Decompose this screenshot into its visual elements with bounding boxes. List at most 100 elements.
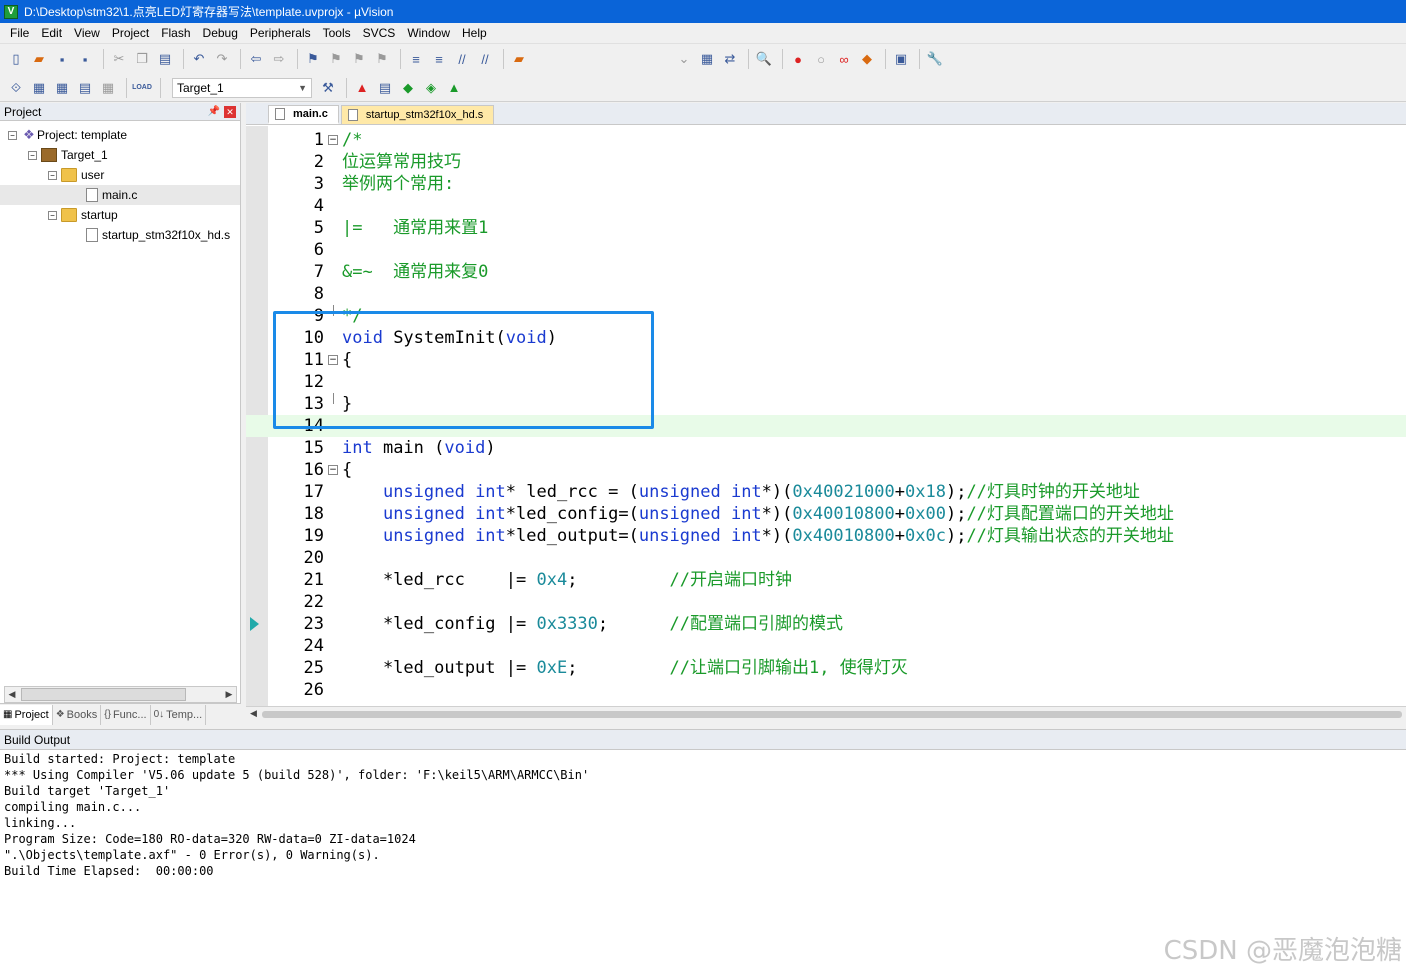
menu-tools[interactable]: Tools [317, 23, 357, 44]
undo-icon[interactable]: ↶ [189, 49, 209, 69]
menu-view[interactable]: View [68, 23, 106, 44]
tree-item-file-startup[interactable]: startup_stm32f10x_hd.s [0, 225, 240, 245]
nav-back-icon[interactable]: ⇦ [246, 49, 266, 69]
batch-build-icon[interactable]: ▤ [75, 78, 95, 98]
uncomment-icon[interactable]: // [475, 49, 495, 69]
code-line[interactable]: 13} [246, 393, 1406, 415]
scrollbar-thumb[interactable] [262, 711, 1402, 718]
breakpoint-kill-all-icon[interactable]: ∞ [834, 49, 854, 69]
code-line[interactable]: 22 [246, 591, 1406, 613]
tree-item-target[interactable]: − Target_1 [0, 145, 240, 165]
build-output-text[interactable]: Build started: Project: template *** Usin… [0, 750, 1406, 879]
code-line[interactable]: 5 |= 通常用来置1 [246, 217, 1406, 239]
code-line[interactable]: 26 [246, 679, 1406, 701]
run-time-environment-icon[interactable]: ▲ [444, 78, 464, 98]
tab-main-c[interactable]: main.c [268, 105, 339, 124]
window-layout-icon[interactable]: ▣ [891, 49, 911, 69]
code-line[interactable]: 12 [246, 371, 1406, 393]
code-line[interactable]: 17 unsigned int* led_rcc = (unsigned int… [246, 481, 1406, 503]
find-in-files-icon[interactable]: ▰ [509, 49, 529, 69]
code-line[interactable]: 3 举例两个常用: [246, 173, 1406, 195]
pin-icon[interactable]: 📌 [208, 106, 220, 117]
bookmark-prev-icon[interactable]: ⚑ [326, 49, 346, 69]
manage-runtime-icon[interactable]: ◆ [398, 78, 418, 98]
find-combo-dropdown-icon[interactable]: ⌄ [674, 49, 694, 69]
code-line[interactable]: 4 [246, 195, 1406, 217]
unindent-icon[interactable]: ≡ [429, 49, 449, 69]
menu-help[interactable]: Help [456, 23, 493, 44]
code-line[interactable]: 7 &=~ 通常用来复0 [246, 261, 1406, 283]
code-line[interactable]: 19 unsigned int*led_output=(unsigned int… [246, 525, 1406, 547]
stop-build-icon[interactable]: ▦ [98, 78, 118, 98]
code-line[interactable]: 11−{ [246, 349, 1406, 371]
menu-file[interactable]: File [4, 23, 35, 44]
menu-debug[interactable]: Debug [197, 23, 244, 44]
rebuild-icon[interactable]: ▦ [52, 78, 72, 98]
menu-window[interactable]: Window [401, 23, 456, 44]
scrollbar-thumb[interactable] [21, 688, 186, 701]
code-line[interactable]: 18 unsigned int*led_config=(unsigned int… [246, 503, 1406, 525]
indent-icon[interactable]: ≡ [406, 49, 426, 69]
scroll-left-icon[interactable]: ◀ [5, 689, 19, 700]
code-line[interactable]: 20 [246, 547, 1406, 569]
menu-edit[interactable]: Edit [35, 23, 68, 44]
replace-icon[interactable]: ⇄ [720, 49, 740, 69]
code-text-area[interactable]: 1−/* 2 位运算常用技巧 3 举例两个常用: 4 5 |= 通常用来置1 6 7 &=~ 通常用… [246, 126, 1406, 706]
tab-books[interactable]: ❖ Books [53, 704, 102, 725]
redo-icon[interactable]: ↷ [212, 49, 232, 69]
bookmark-clear-icon[interactable]: ⚑ [372, 49, 392, 69]
code-line[interactable]: 2 位运算常用技巧 [246, 151, 1406, 173]
bookmark-next-icon[interactable]: ⚑ [349, 49, 369, 69]
cut-icon[interactable]: ✂ [109, 49, 129, 69]
project-horizontal-scrollbar[interactable]: ◀ ▶ [4, 686, 237, 703]
collapse-icon[interactable]: − [48, 170, 57, 180]
code-line[interactable]: 6 [246, 239, 1406, 261]
copy-icon[interactable]: ❐ [132, 49, 152, 69]
save-all-icon[interactable]: ▪ [75, 49, 95, 69]
tab-templates[interactable]: 0↓ Temp... [151, 704, 207, 725]
code-line[interactable]: 21 *led_rcc |= 0x4; //开启端口时钟 [246, 569, 1406, 591]
comment-icon[interactable]: // [452, 49, 472, 69]
code-line[interactable]: 1−/* [246, 129, 1406, 151]
translate-icon[interactable]: ⟐ [6, 78, 26, 98]
save-icon[interactable]: ▪ [52, 49, 72, 69]
bookmark-icon[interactable]: ⚑ [303, 49, 323, 69]
code-line[interactable]: 23 *led_config |= 0x3330; //配置端口引脚的模式 [246, 613, 1406, 635]
fold-collapse-icon[interactable]: − [328, 355, 338, 365]
open-file-icon[interactable]: ▰ [29, 49, 49, 69]
close-icon[interactable]: ✕ [224, 105, 236, 118]
code-line[interactable]: 14 [246, 415, 1406, 437]
configure-icon[interactable]: 🔧 [925, 49, 945, 69]
menu-flash[interactable]: Flash [155, 23, 196, 44]
breakpoint-icon[interactable]: ● [788, 49, 808, 69]
menu-peripherals[interactable]: Peripherals [244, 23, 317, 44]
code-line[interactable]: 24 [246, 635, 1406, 657]
menu-svcs[interactable]: SVCS [357, 23, 402, 44]
code-line[interactable]: 9 */ [246, 305, 1406, 327]
collapse-icon[interactable]: − [48, 210, 57, 220]
debug-options-icon[interactable]: ◆ [857, 49, 877, 69]
code-line[interactable]: 10 void SystemInit(void) [246, 327, 1406, 349]
collapse-icon[interactable]: − [28, 150, 37, 160]
pack-installer-icon[interactable]: ◈ [421, 78, 441, 98]
tree-item-group-startup[interactable]: − startup [0, 205, 240, 225]
target-options-icon[interactable]: ⚒ [318, 78, 338, 98]
editor-horizontal-scrollbar[interactable]: ◀ [246, 706, 1406, 723]
tree-item-group-user[interactable]: − user [0, 165, 240, 185]
build-icon[interactable]: ▦ [29, 78, 49, 98]
scroll-left-icon[interactable]: ◀ [250, 708, 257, 719]
code-line[interactable]: 25 *led_output |= 0xE; //让端口引脚输出1, 使得灯灭 [246, 657, 1406, 679]
collapse-icon[interactable]: − [8, 130, 17, 140]
manage-project-items-icon[interactable]: ▲ [352, 78, 372, 98]
tab-startup-s[interactable]: startup_stm32f10x_hd.s [340, 105, 495, 124]
debug-session-icon[interactable]: 🔍 [754, 49, 774, 69]
code-line[interactable]: 8 [246, 283, 1406, 305]
code-line[interactable]: 16−{ [246, 459, 1406, 481]
tree-item-file-main-c[interactable]: main.c [0, 185, 240, 205]
paste-icon[interactable]: ▤ [155, 49, 175, 69]
new-file-icon[interactable]: ▯ [6, 49, 26, 69]
find-icon[interactable]: ▦ [697, 49, 717, 69]
nav-forward-icon[interactable]: ⇨ [269, 49, 289, 69]
fold-collapse-icon[interactable]: − [328, 135, 338, 145]
download-icon[interactable]: LOAD [132, 78, 152, 98]
